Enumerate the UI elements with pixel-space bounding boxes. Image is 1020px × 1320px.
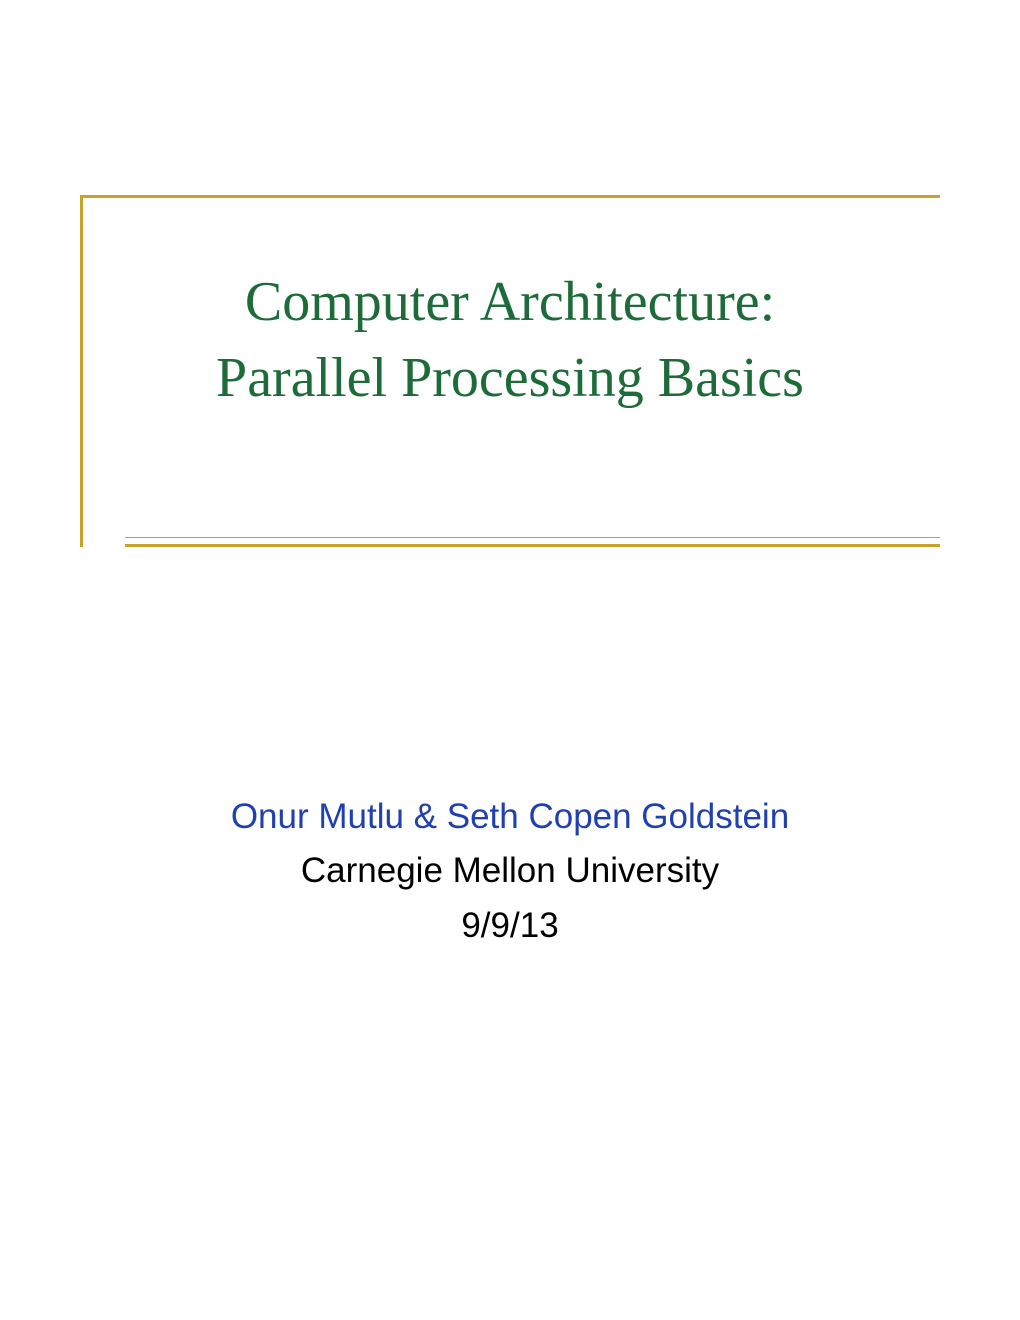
title-line-2: Parallel Processing Basics xyxy=(216,347,804,409)
frame-border-bottom xyxy=(125,544,940,547)
authors: Onur Mutlu & Seth Copen Goldstein xyxy=(0,790,1020,844)
frame-border-bottom-inner xyxy=(125,537,940,538)
slide-title: Computer Architecture: Parallel Processi… xyxy=(0,265,1020,416)
title-line-1: Computer Architecture: xyxy=(245,271,775,333)
frame-border-top xyxy=(80,195,940,198)
presentation-slide: Computer Architecture: Parallel Processi… xyxy=(0,0,1020,1320)
affiliation: Carnegie Mellon University xyxy=(0,844,1020,898)
date: 9/9/13 xyxy=(0,899,1020,953)
authors-block: Onur Mutlu & Seth Copen Goldstein Carneg… xyxy=(0,790,1020,953)
